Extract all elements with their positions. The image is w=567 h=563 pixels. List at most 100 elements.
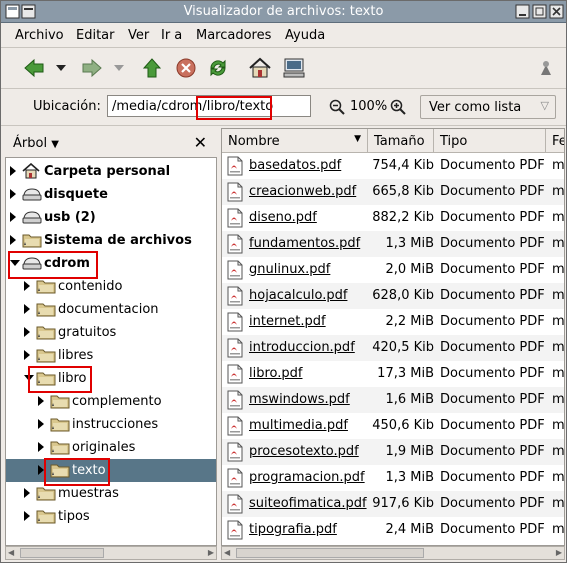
file-name: multimedia.pdf	[249, 418, 348, 433]
tree-item-complemento[interactable]: complemento	[6, 390, 216, 413]
close-window-icon[interactable]	[549, 4, 564, 19]
filelist-scroll-thumb[interactable]	[236, 548, 424, 558]
forward-arrow-icon[interactable]	[79, 54, 105, 82]
file-row[interactable]: suiteofimatica.pdf 917,6 Kib Documento PDF…	[222, 491, 564, 517]
file-row[interactable]: introduccion.pdf 420,5 Kib Documento PDF m	[222, 335, 564, 361]
maximize-icon[interactable]	[532, 4, 547, 19]
title-bar[interactable]: Visualizador de archivos: texto	[1, 1, 566, 23]
collapsed-arrow-icon[interactable]	[24, 488, 30, 498]
minimize-icon[interactable]	[515, 4, 530, 19]
collapsed-arrow-icon[interactable]	[38, 419, 44, 429]
close-sidebar-icon[interactable]: ✕	[194, 133, 207, 152]
tree-item-libres[interactable]: libres	[6, 344, 216, 367]
scroll-right-icon[interactable]: ▶	[556, 548, 562, 557]
collapsed-arrow-icon[interactable]	[24, 350, 30, 360]
view-as-select[interactable]: Ver como lista ▽	[420, 95, 556, 119]
expanded-arrow-icon[interactable]	[24, 375, 34, 381]
zoom-level[interactable]: 100%	[350, 99, 387, 114]
home-icon[interactable]	[247, 54, 273, 82]
collapsed-arrow-icon[interactable]	[38, 396, 44, 406]
sidebar-type-select[interactable]: Árbol ▼	[13, 136, 59, 151]
tree-item-originales[interactable]: originales	[6, 436, 216, 459]
file-row[interactable]: mswindows.pdf 1,6 MiB Documento PDF m	[222, 387, 564, 413]
tree-item-documentacion[interactable]: documentacion	[6, 298, 216, 321]
zoom-out-icon[interactable]	[329, 99, 345, 119]
tree-item-texto[interactable]: texto	[6, 459, 216, 482]
file-row[interactable]: basedatos.pdf 754,4 Kib Documento PDF m	[222, 153, 564, 179]
menu-ver[interactable]: Ver	[128, 28, 149, 43]
tree-item-sistema-de-archivos[interactable]: Sistema de archivos	[6, 229, 216, 252]
toolbar	[1, 48, 566, 89]
pdf-file-icon	[226, 416, 244, 436]
file-date: m	[552, 444, 565, 459]
reload-icon[interactable]	[205, 54, 231, 82]
tree-item-label: Carpeta personal	[44, 164, 171, 179]
file-row[interactable]: programacion.pdf 1,3 MiB Documento PDF m	[222, 465, 564, 491]
column-header-name[interactable]: Nombre ▼	[222, 129, 368, 153]
file-row[interactable]: tipografia.pdf 2,4 MiB Documento PDF m	[222, 517, 564, 543]
collapsed-arrow-icon[interactable]	[10, 212, 16, 222]
forward-history-dropdown-icon[interactable]	[109, 54, 129, 82]
menu-archivo[interactable]: Archivo	[15, 28, 64, 43]
tree-item-tipos[interactable]: tipos	[6, 505, 216, 528]
menu-editar[interactable]: Editar	[76, 28, 115, 43]
scroll-left-icon[interactable]: ◀	[224, 548, 230, 557]
sidebar-hscrollbar[interactable]: ◀ ▶	[5, 546, 217, 560]
tree-item-carpeta-personal[interactable]: Carpeta personal	[6, 160, 216, 183]
tree-item-usb-2[interactable]: usb (2)	[6, 206, 216, 229]
collapsed-arrow-icon[interactable]	[24, 327, 30, 337]
menu-marcadores[interactable]: Marcadores	[196, 28, 271, 43]
tree-item-disquete[interactable]: disquete	[6, 183, 216, 206]
pdf-file-icon	[226, 234, 244, 254]
file-row[interactable]: multimedia.pdf 450,6 Kib Documento PDF m	[222, 413, 564, 439]
window-title: Visualizador de archivos: texto	[183, 4, 384, 19]
collapsed-arrow-icon[interactable]	[24, 511, 30, 521]
column-header-date[interactable]: Fe	[546, 129, 564, 153]
tree-item-contenido[interactable]: contenido	[6, 275, 216, 298]
column-header-type[interactable]: Tipo	[434, 129, 546, 153]
file-name: basedatos.pdf	[249, 158, 342, 173]
folder-icon	[36, 485, 56, 501]
expanded-arrow-icon[interactable]	[10, 260, 20, 266]
zoom-in-icon[interactable]	[390, 99, 406, 119]
file-row[interactable]: libro.pdf 17,3 MiB Documento PDF m	[222, 361, 564, 387]
file-row[interactable]: procesotexto.pdf 1,9 MiB Documento PDF m	[222, 439, 565, 465]
collapsed-arrow-icon[interactable]	[38, 442, 44, 452]
file-list[interactable]: Nombre ▼ Tamaño Tipo Fe basedatos.pdf 754…	[221, 128, 565, 546]
collapsed-arrow-icon[interactable]	[10, 189, 16, 199]
file-row[interactable]: hojacalculo.pdf 628,0 Kib Documento PDF m	[222, 283, 564, 309]
pdf-file-icon	[226, 312, 244, 332]
scroll-right-icon[interactable]: ▶	[208, 548, 214, 557]
collapsed-arrow-icon[interactable]	[10, 235, 16, 245]
tree-item-cdrom[interactable]: cdrom	[6, 252, 216, 275]
column-header-date-label: Fe	[552, 134, 564, 149]
column-header-size[interactable]: Tamaño	[368, 129, 434, 153]
file-row[interactable]: internet.pdf 2,2 MiB Documento PDF m	[222, 309, 564, 335]
location-label: Ubicación:	[33, 99, 101, 114]
collapsed-arrow-icon[interactable]	[24, 281, 30, 291]
sidebar-scroll-thumb[interactable]	[20, 548, 104, 558]
stop-icon[interactable]	[173, 54, 199, 82]
collapsed-arrow-icon[interactable]	[24, 304, 30, 314]
back-history-dropdown-icon[interactable]	[51, 54, 71, 82]
up-arrow-icon[interactable]	[139, 54, 165, 82]
menu-ir-a[interactable]: Ir a	[161, 28, 182, 43]
folder-tree[interactable]: Carpeta personal disquete usb (2) Sistema d…	[5, 157, 217, 546]
file-row[interactable]: creacionweb.pdf 665,8 Kib Documento PDF m	[222, 179, 564, 205]
computer-icon[interactable]	[281, 54, 307, 82]
collapsed-arrow-icon[interactable]	[38, 465, 44, 475]
tree-item-instrucciones[interactable]: instrucciones	[6, 413, 216, 436]
collapsed-arrow-icon[interactable]	[10, 166, 16, 176]
location-input[interactable]: /media/cdrom/libro/texto	[107, 95, 311, 117]
menu-ayuda[interactable]: Ayuda	[285, 28, 325, 43]
scroll-left-icon[interactable]: ◀	[8, 548, 14, 557]
back-arrow-icon[interactable]	[21, 54, 47, 82]
filelist-hscrollbar[interactable]: ◀ ▶	[221, 546, 565, 560]
tree-item-muestras[interactable]: muestras	[6, 482, 216, 505]
tree-item-libro[interactable]: libro	[6, 367, 216, 390]
file-row[interactable]: fundamentos.pdf 1,3 MiB Documento PDF m	[222, 231, 564, 257]
file-row[interactable]: gnulinux.pdf 2,0 MiB Documento PDF m	[222, 257, 564, 283]
file-name: gnulinux.pdf	[249, 262, 331, 277]
tree-item-gratuitos[interactable]: gratuitos	[6, 321, 216, 344]
file-row[interactable]: diseno.pdf 882,2 Kib Documento PDF m	[222, 205, 564, 231]
